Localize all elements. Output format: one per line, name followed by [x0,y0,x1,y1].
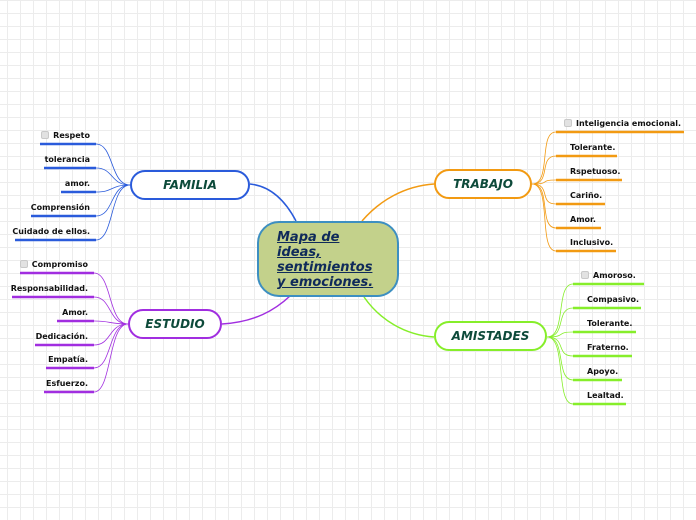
central-topic-title: Mapa de ideas, sentimientos y emociones. [277,230,374,290]
leaf-connector [95,143,131,186]
leaf-connector [531,183,557,252]
checkbox-icon[interactable] [564,119,572,127]
leaf-label: Cuidado de ellos. [12,227,90,236]
leaf-connector [93,323,129,346]
leaf-label: Amor. [570,215,596,224]
leaf-label: Amoroso. [593,271,636,280]
leaf-amistades[interactable]: Apoyo. [587,367,618,377]
leaf-connector [93,323,129,393]
leaf-amistades[interactable]: Lealtad. [587,391,624,401]
checkbox-icon[interactable] [41,131,50,139]
leaf-familia[interactable]: Respeto [41,131,90,141]
checkbox-icon[interactable] [581,271,589,279]
leaf-familia[interactable]: Comprensión [31,203,90,213]
branch-label: TRABAJO [453,177,513,191]
leaf-amistades[interactable]: Fraterno. [587,343,629,353]
leaf-label: Empatía. [48,355,88,364]
leaf-trabajo[interactable]: Inteligencia emocional. [564,119,681,129]
branch-trabajo[interactable]: TRABAJO [434,169,532,199]
leaf-amistades[interactable]: Amoroso. [581,271,636,281]
leaf-trabajo[interactable]: Cariño. [570,191,602,201]
leaf-connector [546,336,574,381]
branch-label: AMISTADES [451,329,530,343]
leaf-connector [93,272,129,325]
leaf-estudio[interactable]: Responsabilidad. [11,284,88,294]
leaf-trabajo[interactable]: Tolerante. [570,143,615,153]
leaf-label: Rspetuoso. [570,167,621,176]
leaf-estudio[interactable]: Esfuerzo. [46,379,88,389]
connector-familia [249,183,297,222]
leaf-label: Cariño. [570,191,603,200]
leaf-label: Apoyo. [587,367,619,376]
connector-trabajo [361,183,435,222]
leaf-label: Inteligencia emocional. [576,119,682,128]
leaf-label: tolerancia [44,155,90,164]
leaf-connector [93,323,129,369]
leaf-label: Comprensión [30,203,90,212]
leaf-estudio[interactable]: Empatía. [48,355,88,365]
leaf-label: Compromiso [31,260,88,269]
central-topic[interactable]: Mapa de ideas, sentimientos y emociones. [257,221,399,297]
leaf-label: Tolerante. [570,143,616,152]
branch-label: ESTUDIO [145,317,205,331]
leaf-label: Amor. [62,308,88,317]
leaf-label: Dedicación. [35,332,88,341]
leaf-label: Fraterno. [587,343,629,352]
branch-amistades[interactable]: AMISTADES [434,321,547,351]
connector-amistades [363,296,435,338]
leaf-connector [531,131,557,185]
leaf-connector [95,167,131,186]
leaf-familia[interactable]: amor. [65,179,90,189]
leaf-connector [546,336,574,405]
leaf-label: Compasivo. [587,295,640,304]
leaf-amistades[interactable]: Compasivo. [587,295,639,305]
leaf-label: Responsabilidad. [10,284,88,293]
leaf-label: Inclusivo. [570,238,614,247]
leaf-amistades[interactable]: Tolerante. [587,319,632,329]
leaf-estudio[interactable]: Compromiso [19,260,88,270]
leaf-trabajo[interactable]: Inclusivo. [570,238,613,248]
leaf-trabajo[interactable]: Rspetuoso. [570,167,620,177]
leaf-connector [95,184,131,217]
branch-familia[interactable]: FAMILIA [130,170,250,200]
leaf-familia[interactable]: Cuidado de ellos. [12,227,90,237]
leaf-familia[interactable]: tolerancia [45,155,90,165]
checkbox-icon[interactable] [19,260,28,268]
branch-estudio[interactable]: ESTUDIO [128,309,222,339]
leaf-connector [546,283,574,338]
leaf-estudio[interactable]: Amor. [62,308,88,318]
leaf-label: Esfuerzo. [46,379,88,388]
leaf-label: Tolerante. [587,319,633,328]
leaf-label: Lealtad. [587,391,624,400]
connector-estudio [221,295,291,325]
branch-label: FAMILIA [163,178,217,192]
leaf-label: Respeto [53,131,90,140]
leaf-connector [546,307,574,338]
leaf-label: amor. [64,179,90,188]
leaf-estudio[interactable]: Dedicación. [36,332,88,342]
leaf-trabajo[interactable]: Amor. [570,215,596,225]
leaf-connector [95,184,131,241]
